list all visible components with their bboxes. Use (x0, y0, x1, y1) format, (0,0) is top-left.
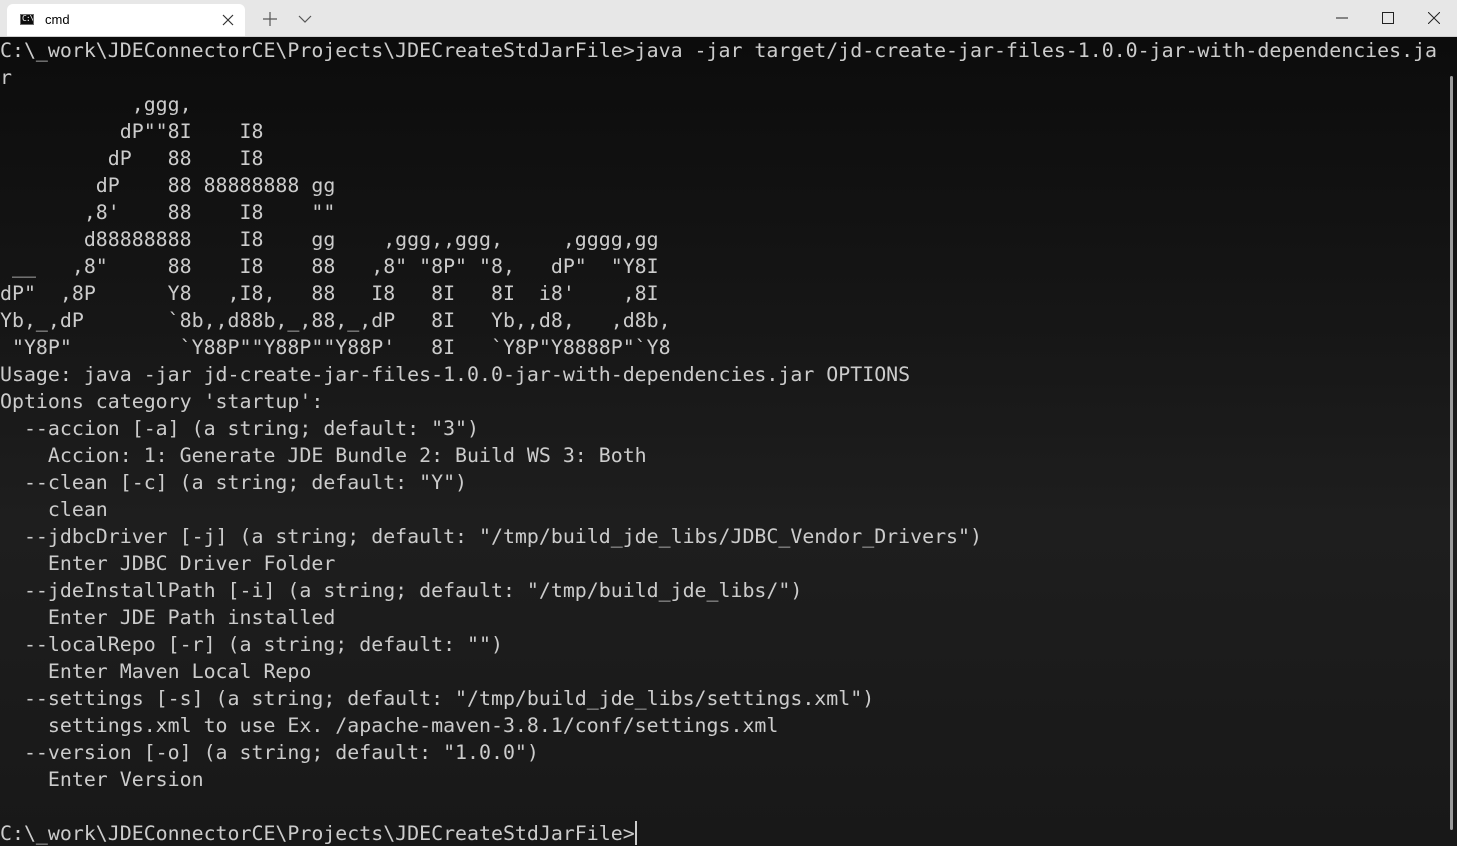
terminal-line: r (0, 66, 12, 89)
console-icon-text: C:\ (22, 14, 34, 23)
terminal-line: --accion [-a] (a string; default: "3") (0, 417, 480, 440)
terminal-line: --clean [-c] (a string; default: "Y") (0, 471, 468, 494)
terminal-pane[interactable]: C:\_work\JDEConnectorCE\Projects\JDECrea… (0, 37, 1457, 846)
terminal-line: ,ggg, (0, 93, 192, 116)
terminal-line: Yb,_,dP `8b,,d88b,_,88,_,dP 8I Yb,,d8, ,… (0, 309, 671, 332)
terminal-line: Enter JDE Path installed (0, 606, 336, 629)
terminal-line: Enter JDBC Driver Folder (0, 552, 336, 575)
terminal-line: clean (0, 498, 108, 521)
terminal-line: Usage: java -jar jd-create-jar-files-1.0… (0, 363, 911, 386)
console-icon: C:\ (20, 14, 34, 25)
maximize-icon (1382, 12, 1394, 24)
tab-title: cmd (45, 12, 70, 27)
terminal-line: --settings [-s] (a string; default: "/tm… (0, 687, 875, 710)
tab-cmd[interactable]: C:\ cmd (7, 4, 245, 36)
terminal-line: Enter Version (0, 768, 204, 791)
terminal-line: --jdeInstallPath [-i] (a string; default… (0, 579, 803, 602)
terminal-line: dP 88 88888888 gg (0, 174, 336, 197)
terminal-line: dP" ,8P Y8 ,I8, 88 I8 8I 8I i8' ,8I (0, 282, 659, 305)
terminal-prompt[interactable]: C:\_work\JDEConnectorCE\Projects\JDECrea… (0, 820, 635, 846)
close-window-button[interactable] (1411, 0, 1457, 36)
text-cursor (635, 821, 637, 845)
minimize-icon (1336, 17, 1348, 19)
terminal-line: C:\_work\JDEConnectorCE\Projects\JDECrea… (0, 39, 1438, 62)
chevron-down-icon[interactable] (298, 13, 312, 25)
terminal-line: --localRepo [-r] (a string; default: "") (0, 633, 503, 656)
close-icon (1428, 12, 1440, 24)
terminal-line: settings.xml to use Ex. /apache-maven-3.… (0, 714, 779, 737)
title-bar[interactable]: C:\ cmd (0, 0, 1457, 37)
terminal-line: Accion: 1: Generate JDE Bundle 2: Build … (0, 444, 647, 467)
terminal-line: dP""8I I8 (0, 120, 264, 143)
terminal-window: C:\ cmd C:\_work\JDEConnectorCE\Projects… (0, 0, 1457, 846)
terminal-line: ,8' 88 I8 "" (0, 201, 336, 224)
scrollbar[interactable] (1450, 76, 1453, 830)
plus-icon[interactable] (262, 11, 278, 27)
close-icon[interactable] (221, 13, 235, 27)
terminal-line: --jdbcDriver [-j] (a string; default: "/… (0, 525, 982, 548)
maximize-button[interactable] (1365, 0, 1411, 36)
terminal-line: --version [-o] (a string; default: "1.0.… (0, 741, 539, 764)
terminal-line: __ ,8" 88 I8 88 ,8" "8P" "8, dP" "Y8I (0, 255, 659, 278)
terminal-line: Enter Maven Local Repo (0, 660, 312, 683)
terminal-line: "Y8P" `Y88P""Y88P""Y88P' 8I `Y8P"Y8888P"… (0, 336, 671, 359)
terminal-output[interactable]: C:\_work\JDEConnectorCE\Projects\JDECrea… (0, 37, 1445, 846)
terminal-line: Options category 'startup': (0, 390, 324, 413)
minimize-button[interactable] (1319, 0, 1365, 36)
terminal-line: dP 88 I8 (0, 147, 264, 170)
terminal-line: d88888888 I8 gg ,ggg,,ggg, ,gggg,gg (0, 228, 659, 251)
